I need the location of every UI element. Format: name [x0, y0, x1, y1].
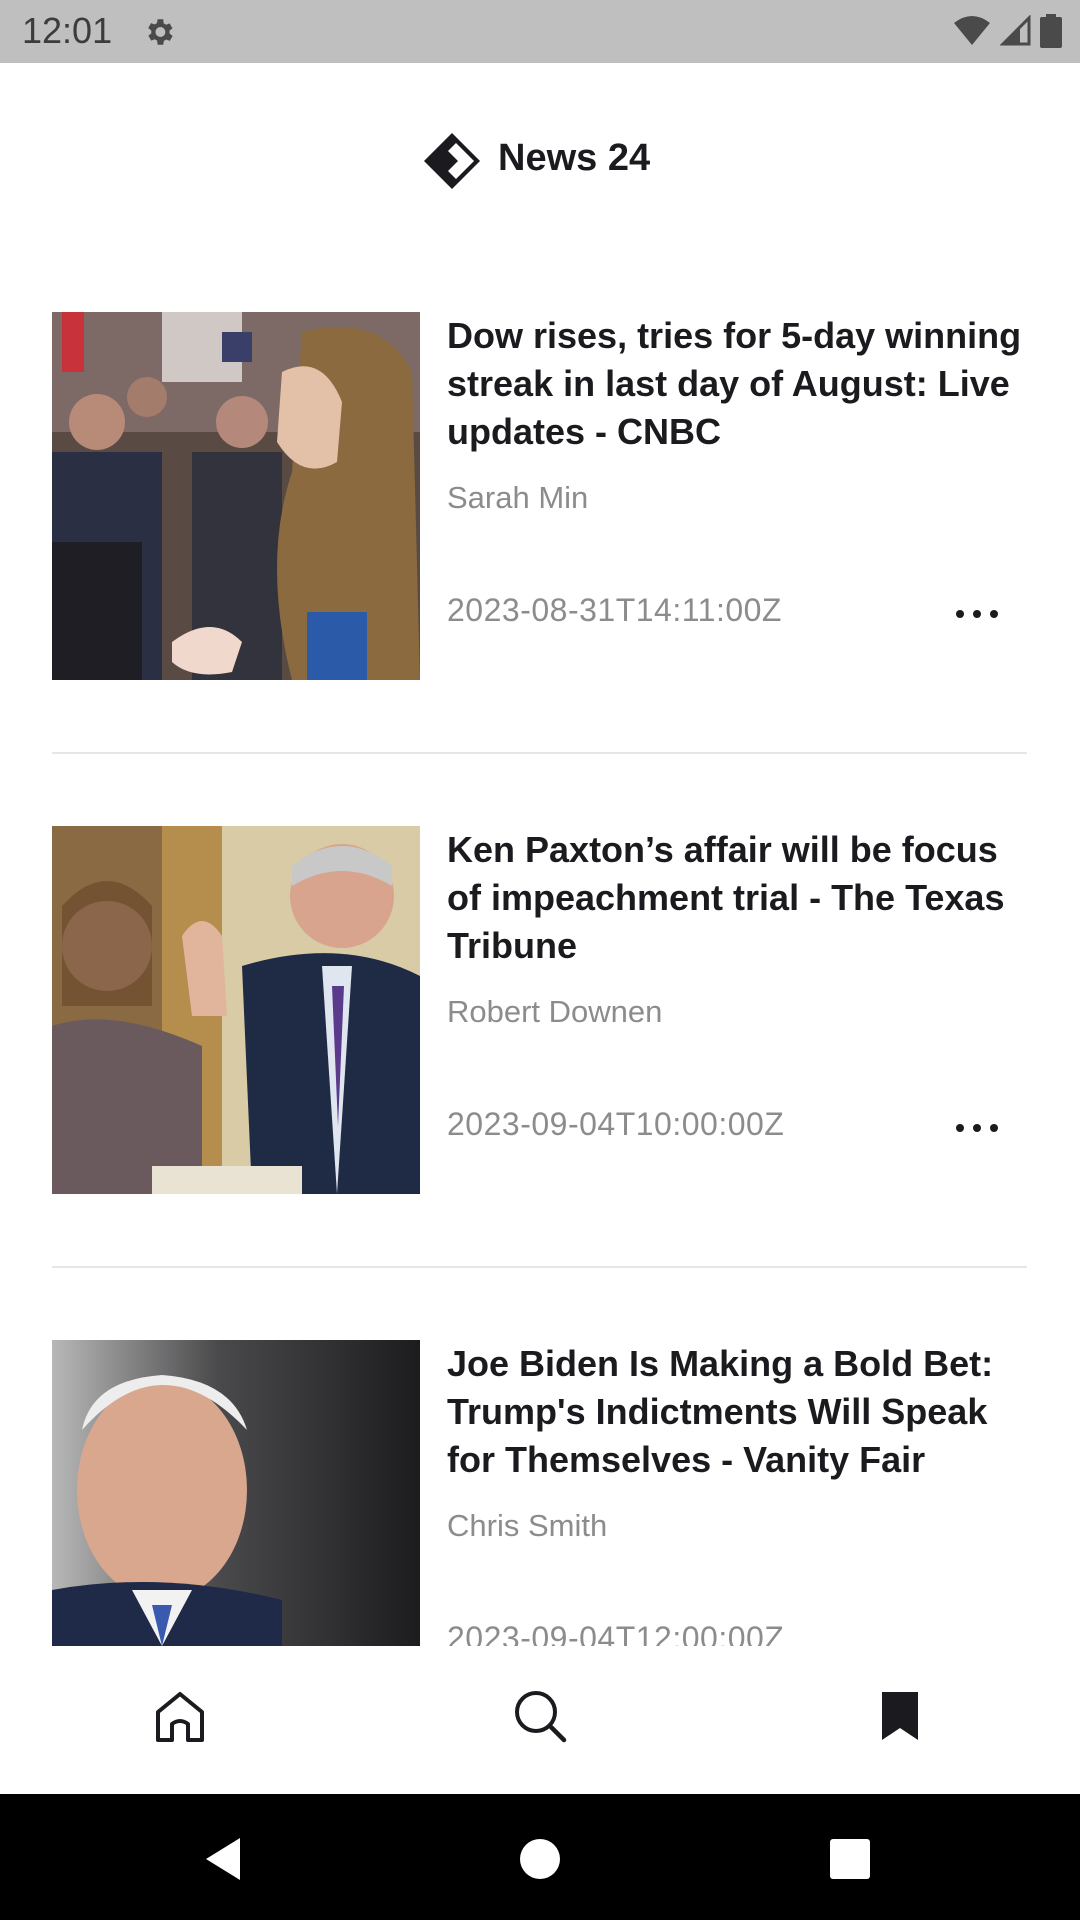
article-card[interactable]: Dow rises, tries for 5-day winning strea… [52, 312, 1027, 680]
home-circle-icon[interactable] [515, 1834, 565, 1884]
article-card[interactable]: Joe Biden Is Making a Bold Bet: Trump's … [52, 1340, 1027, 1646]
article-title[interactable]: Dow rises, tries for 5-day winning strea… [447, 312, 1027, 456]
article-author: Chris Smith [447, 1508, 608, 1543]
more-options-icon[interactable] [952, 599, 1002, 629]
system-navigation-bar [0, 1794, 1080, 1920]
article-title[interactable]: Ken Paxton’s affair will be focus of imp… [447, 826, 1027, 970]
divider [52, 1266, 1027, 1268]
article-thumbnail [52, 826, 420, 1194]
status-icons [952, 14, 1062, 48]
home-icon[interactable] [150, 1686, 210, 1746]
app-title: News 24 [498, 137, 651, 179]
bookmark-icon[interactable] [870, 1686, 930, 1746]
back-icon[interactable] [200, 1834, 250, 1884]
article-date: 2023-09-04T10:00:00Z [447, 1106, 785, 1142]
divider [52, 752, 1027, 754]
article-card[interactable]: Ken Paxton’s affair will be focus of imp… [52, 826, 1027, 1194]
article-date: 2023-08-31T14:11:00Z [447, 592, 782, 628]
diamond-logo-icon [424, 133, 480, 189]
battery-icon [1040, 14, 1062, 48]
status-time: 12:01 [22, 10, 113, 51]
signal-icon [1000, 15, 1031, 46]
article-date: 2023-09-04T12:00:00Z [447, 1620, 785, 1646]
article-thumbnail [52, 1340, 420, 1646]
bottom-navigation [0, 1646, 1080, 1794]
article-title[interactable]: Joe Biden Is Making a Bold Bet: Trump's … [447, 1340, 1027, 1484]
app-header: News 24 [0, 63, 1080, 263]
wifi-icon [954, 16, 990, 45]
search-icon[interactable] [510, 1686, 570, 1746]
article-author: Sarah Min [447, 480, 589, 515]
gear-icon [148, 19, 173, 45]
article-author: Robert Downen [447, 994, 663, 1029]
more-options-icon[interactable] [952, 1113, 1002, 1143]
article-thumbnail [52, 312, 420, 680]
recents-icon[interactable] [825, 1834, 875, 1884]
status-bar: 12:01 [0, 0, 1080, 63]
